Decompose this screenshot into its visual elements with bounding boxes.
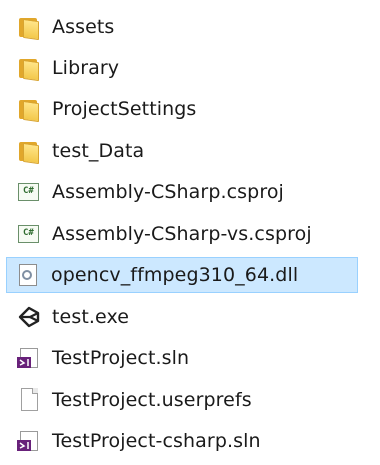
file-item-testproject-csharp-sln[interactable]: TestProject-csharp.sln: [8, 423, 364, 459]
folder-icon: [16, 96, 42, 123]
file-item-projectsettings[interactable]: ProjectSettings: [8, 91, 364, 127]
file-item-assets[interactable]: Assets: [8, 9, 364, 45]
dll-icon: [15, 262, 41, 288]
file-item-library[interactable]: Library: [8, 50, 364, 86]
file-name: ProjectSettings: [52, 98, 197, 120]
file-item-assembly-csharp-csproj[interactable]: C# Assembly-CSharp.csproj: [8, 174, 364, 210]
file-name: test_Data: [52, 140, 145, 162]
file-item-test-data[interactable]: test_Data: [8, 133, 364, 169]
folder-icon: [16, 14, 42, 41]
file-name: Assembly-CSharp.csproj: [52, 181, 284, 203]
file-item-testproject-sln[interactable]: TestProject.sln: [8, 340, 364, 376]
visual-studio-solution-icon: [16, 428, 42, 454]
file-name: TestProject.sln: [52, 347, 190, 369]
folder-icon: [16, 138, 42, 165]
file-name: Assets: [52, 16, 115, 38]
file-item-testproject-userprefs[interactable]: TestProject.userprefs: [8, 382, 364, 418]
file-name: TestProject-csharp.sln: [52, 430, 261, 452]
visual-studio-solution-icon: [16, 345, 42, 371]
csproj-icon: C#: [16, 179, 42, 205]
file-item-assembly-csharp-vs-csproj[interactable]: C# Assembly-CSharp-vs.csproj: [8, 216, 364, 252]
file-name: TestProject.userprefs: [52, 389, 252, 411]
file-name: Assembly-CSharp-vs.csproj: [52, 223, 312, 245]
file-item-opencv-dll[interactable]: opencv_ffmpeg310_64.dll: [6, 257, 358, 293]
file-name: Library: [52, 57, 120, 79]
unity-icon: [16, 304, 42, 330]
csproj-icon: C#: [16, 221, 42, 247]
document-icon: [16, 387, 42, 413]
file-item-test-exe[interactable]: test.exe: [8, 299, 364, 335]
folder-icon: [16, 55, 42, 82]
file-name: opencv_ffmpeg310_64.dll: [51, 264, 299, 286]
file-name: test.exe: [52, 306, 130, 328]
